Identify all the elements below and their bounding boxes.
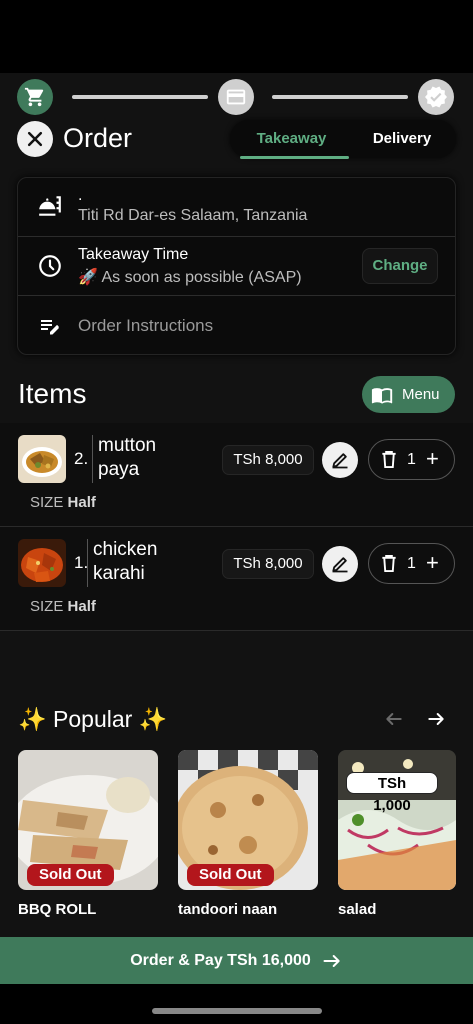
item-index: 2. (74, 449, 89, 468)
cart-icon (24, 87, 44, 107)
item-price: TSh 8,000 (222, 445, 314, 475)
product-name: salad (338, 901, 377, 918)
app-screen: Order Takeaway Delivery . Titi Rd Dar-es… (0, 73, 473, 984)
product-image (338, 750, 456, 890)
tab-takeaway[interactable]: Takeaway (234, 120, 349, 158)
change-time-button[interactable]: Change (362, 248, 438, 284)
product-name: tandoori naan (178, 901, 278, 918)
items-heading: Items (18, 378, 87, 409)
order-instructions-input[interactable]: Order Instructions (78, 316, 213, 336)
item-image-mutton-paya (18, 435, 66, 483)
item-name-line: chicken (93, 539, 158, 560)
home-indicator[interactable] (152, 1008, 322, 1014)
pencil-icon (332, 557, 348, 573)
size-label: SIZE (30, 598, 64, 615)
takeaway-time-label: Takeaway Time (78, 246, 189, 263)
step-connector (272, 95, 408, 99)
item-quantity: 1 (407, 451, 416, 468)
cart-item: 2. mutton paya TSh 8,000 1 + SIZE Half (0, 423, 473, 527)
page-title: Order (63, 123, 133, 153)
item-price: TSh 8,000 (222, 549, 314, 579)
menu-book-icon (371, 387, 393, 404)
tab-delivery[interactable]: Delivery (352, 120, 452, 158)
step-cart[interactable] (17, 79, 53, 115)
item-size: SIZE Half (30, 494, 96, 511)
size-value: Half (67, 598, 96, 615)
order-info-card: . Titi Rd Dar-es Salaam, Tanzania Takeaw… (17, 177, 456, 355)
arrow-right-icon[interactable] (426, 709, 446, 735)
delete-item-button[interactable] (381, 554, 397, 578)
increment-button[interactable]: + (426, 448, 439, 470)
product-card-bbq-roll[interactable]: Sold Out (18, 750, 158, 890)
item-separator (92, 435, 93, 483)
check-badge-icon (425, 86, 447, 108)
item-quantity: 1 (407, 555, 416, 572)
order-instructions-row[interactable]: Order Instructions (18, 296, 455, 354)
item-name-line: paya (98, 459, 140, 480)
edit-item-button[interactable] (322, 546, 358, 582)
product-card-salad[interactable]: TSh 1,000 (338, 750, 456, 890)
close-button[interactable] (17, 121, 53, 157)
popular-heading: ✨ Popular ✨ (18, 706, 168, 732)
product-card-tandoori-naan[interactable]: Sold Out (178, 750, 318, 890)
arrow-right-icon (323, 954, 340, 967)
item-image-chicken-karahi (18, 539, 66, 587)
location-row[interactable]: . Titi Rd Dar-es Salaam, Tanzania (18, 178, 455, 236)
price-badge: TSh 1,000 (346, 772, 438, 814)
menu-button[interactable]: Menu (362, 376, 455, 413)
trash-icon (382, 554, 396, 573)
active-tab-indicator (240, 156, 349, 159)
pencil-icon (332, 453, 348, 469)
card-icon (226, 89, 246, 105)
menu-label: Menu (402, 386, 440, 403)
increment-button[interactable]: + (426, 552, 439, 574)
item-size: SIZE Half (30, 598, 96, 615)
order-pay-button[interactable]: Order & Pay TSh 16,000 (0, 937, 473, 984)
sold-out-badge: Sold Out (187, 864, 274, 886)
edit-notes-icon (37, 313, 63, 339)
item-name-line: karahi (93, 563, 145, 584)
cart-item: 1. chicken karahi TSh 8,000 1 + SIZE Hal… (0, 527, 473, 631)
product-name: BBQ ROLL (18, 901, 97, 918)
location-address: Titi Rd Dar-es Salaam, Tanzania (78, 207, 308, 224)
size-value: Half (67, 494, 96, 511)
item-name: chicken karahi (93, 538, 157, 586)
size-label: SIZE (30, 494, 64, 511)
clock-icon (37, 253, 63, 279)
quantity-stepper: 1 + (368, 439, 455, 480)
arrow-left-icon[interactable] (384, 709, 404, 735)
edit-item-button[interactable] (322, 442, 358, 478)
sold-out-badge: Sold Out (27, 864, 114, 886)
order-type-toggle: Takeaway Delivery (230, 120, 456, 159)
item-separator (87, 539, 88, 587)
takeaway-time-value: 🚀 As soon as possible (ASAP) (78, 269, 302, 286)
close-icon (27, 131, 43, 147)
step-connector (72, 95, 208, 99)
item-name-line: mutton (98, 435, 157, 456)
order-pay-label: Order & Pay TSh 16,000 (130, 951, 311, 969)
location-name: . (78, 187, 83, 204)
food-service-icon (36, 192, 64, 220)
quantity-stepper: 1 + (368, 543, 455, 584)
delete-item-button[interactable] (381, 450, 397, 474)
step-confirm[interactable] (418, 79, 454, 115)
trash-icon (382, 450, 396, 469)
step-payment[interactable] (218, 79, 254, 115)
item-name: mutton paya (98, 434, 156, 482)
